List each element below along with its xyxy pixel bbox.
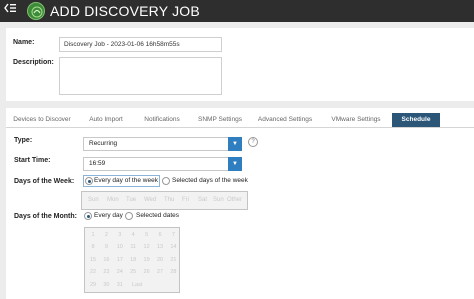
description-label: Description: bbox=[13, 59, 54, 66]
app-logo-icon bbox=[27, 2, 45, 20]
month-day: 14 bbox=[170, 244, 177, 251]
name-input[interactable]: Discovery Job - 2023-01-06 16h58m55s bbox=[59, 37, 222, 52]
month-day: 22 bbox=[89, 269, 97, 276]
month-day: 6 bbox=[158, 232, 162, 238]
weekday-sat: Sat bbox=[198, 197, 208, 203]
month-day: 28 bbox=[170, 269, 177, 276]
month-day: 18 bbox=[130, 256, 137, 263]
month-day: 31 bbox=[116, 281, 123, 288]
every-day-of-week-radio[interactable] bbox=[85, 177, 93, 185]
month-day: 16 bbox=[103, 256, 110, 263]
month-day: Last bbox=[131, 281, 143, 288]
tab-advanced-settings[interactable]: Advanced Settings bbox=[250, 113, 320, 127]
month-day: 7 bbox=[171, 232, 175, 238]
month-day-picker: 1 2 3 4 5 6 7 8 9 10 11 12 13 14 15 16 17 18 19 20 21 22 23 24 2… bbox=[84, 227, 180, 293]
month-day: 10 bbox=[116, 244, 123, 251]
type-select-value: Recurring bbox=[89, 140, 118, 147]
page-title: ADD DISCOVERY JOB bbox=[50, 3, 200, 19]
start-time-value: 16:59 bbox=[89, 160, 106, 167]
month-day: 17 bbox=[116, 256, 123, 263]
tab-bar: Devices to Discover Auto Import Notifica… bbox=[6, 113, 474, 128]
selected-days-of-week-radio[interactable] bbox=[162, 177, 170, 185]
tab-vmware-settings[interactable]: VMware Settings bbox=[322, 113, 390, 127]
month-day: 13 bbox=[156, 244, 164, 251]
month-day: 4 bbox=[131, 232, 135, 238]
weekday-picker: Sun Mon Tue Wed Thu Fri Sat Sun Other bbox=[81, 191, 248, 210]
month-day: 20 bbox=[156, 256, 164, 263]
every-day-label: Every day bbox=[94, 212, 123, 219]
selected-dates-label: Selected dates bbox=[136, 212, 180, 219]
month-day: 12 bbox=[143, 244, 150, 251]
start-time-select[interactable]: 16:59 ▼ bbox=[83, 157, 242, 171]
tab-schedule[interactable]: Schedule bbox=[392, 113, 440, 127]
selected-dates-radio[interactable] bbox=[125, 212, 133, 220]
month-day: 15 bbox=[89, 256, 97, 263]
top-bar: ADD DISCOVERY JOB bbox=[0, 0, 474, 22]
selected-days-of-week-label: Selected days of the week bbox=[172, 177, 248, 184]
weekday-mon: Mon bbox=[107, 197, 119, 203]
name-label: Name: bbox=[13, 39, 35, 46]
month-day: 1 bbox=[91, 232, 95, 238]
type-select[interactable]: Recurring ▼ bbox=[83, 137, 242, 151]
month-day: 26 bbox=[143, 269, 150, 276]
month-day: 30 bbox=[103, 281, 110, 288]
days-of-week-label: Days of the Week: bbox=[14, 178, 75, 185]
weekday-thu: Thu bbox=[164, 197, 175, 203]
chevron-down-icon[interactable]: ▼ bbox=[228, 137, 242, 151]
weekday-wed: Wed bbox=[144, 197, 157, 203]
chevron-down-icon[interactable]: ▼ bbox=[228, 157, 242, 171]
month-day: 19 bbox=[143, 256, 150, 263]
month-day: 2 bbox=[104, 232, 108, 238]
every-day-of-week-label: Every day of the week bbox=[94, 177, 158, 184]
weekday-tue: Tue bbox=[126, 197, 137, 203]
month-day: 11 bbox=[130, 244, 137, 251]
weekday-other: Other bbox=[227, 197, 243, 203]
tab-devices-to-discover[interactable]: Devices to Discover bbox=[6, 113, 78, 127]
tab-snmp-settings[interactable]: SNMP Settings bbox=[192, 113, 248, 127]
month-day: 25 bbox=[130, 269, 137, 276]
description-textarea[interactable] bbox=[59, 57, 222, 95]
month-day: 8 bbox=[91, 244, 95, 251]
back-menu-icon[interactable] bbox=[2, 3, 18, 19]
month-day: 27 bbox=[156, 269, 164, 276]
month-day: 29 bbox=[89, 281, 97, 288]
every-day-radio[interactable] bbox=[84, 212, 92, 220]
tab-notifications[interactable]: Notifications bbox=[134, 113, 190, 127]
weekday-fri: Fri bbox=[182, 197, 189, 203]
weekday-sun-2: Sun bbox=[213, 197, 224, 203]
job-details-card: Name: Discovery Job - 2023-01-06 16h58m5… bbox=[6, 28, 474, 101]
month-day: 24 bbox=[116, 269, 123, 276]
start-time-label: Start Time: bbox=[14, 157, 51, 164]
month-day: 21 bbox=[170, 256, 177, 263]
type-label: Type: bbox=[14, 137, 33, 144]
month-day: 3 bbox=[118, 232, 122, 238]
month-day: 23 bbox=[103, 269, 110, 276]
tab-auto-import[interactable]: Auto Import bbox=[80, 113, 132, 127]
weekday-sun: Sun bbox=[88, 197, 99, 203]
month-day: 5 bbox=[145, 232, 149, 238]
days-of-month-label: Days of the Month: bbox=[14, 213, 77, 220]
help-icon[interactable]: ? bbox=[248, 137, 258, 147]
month-day: 9 bbox=[104, 244, 108, 251]
